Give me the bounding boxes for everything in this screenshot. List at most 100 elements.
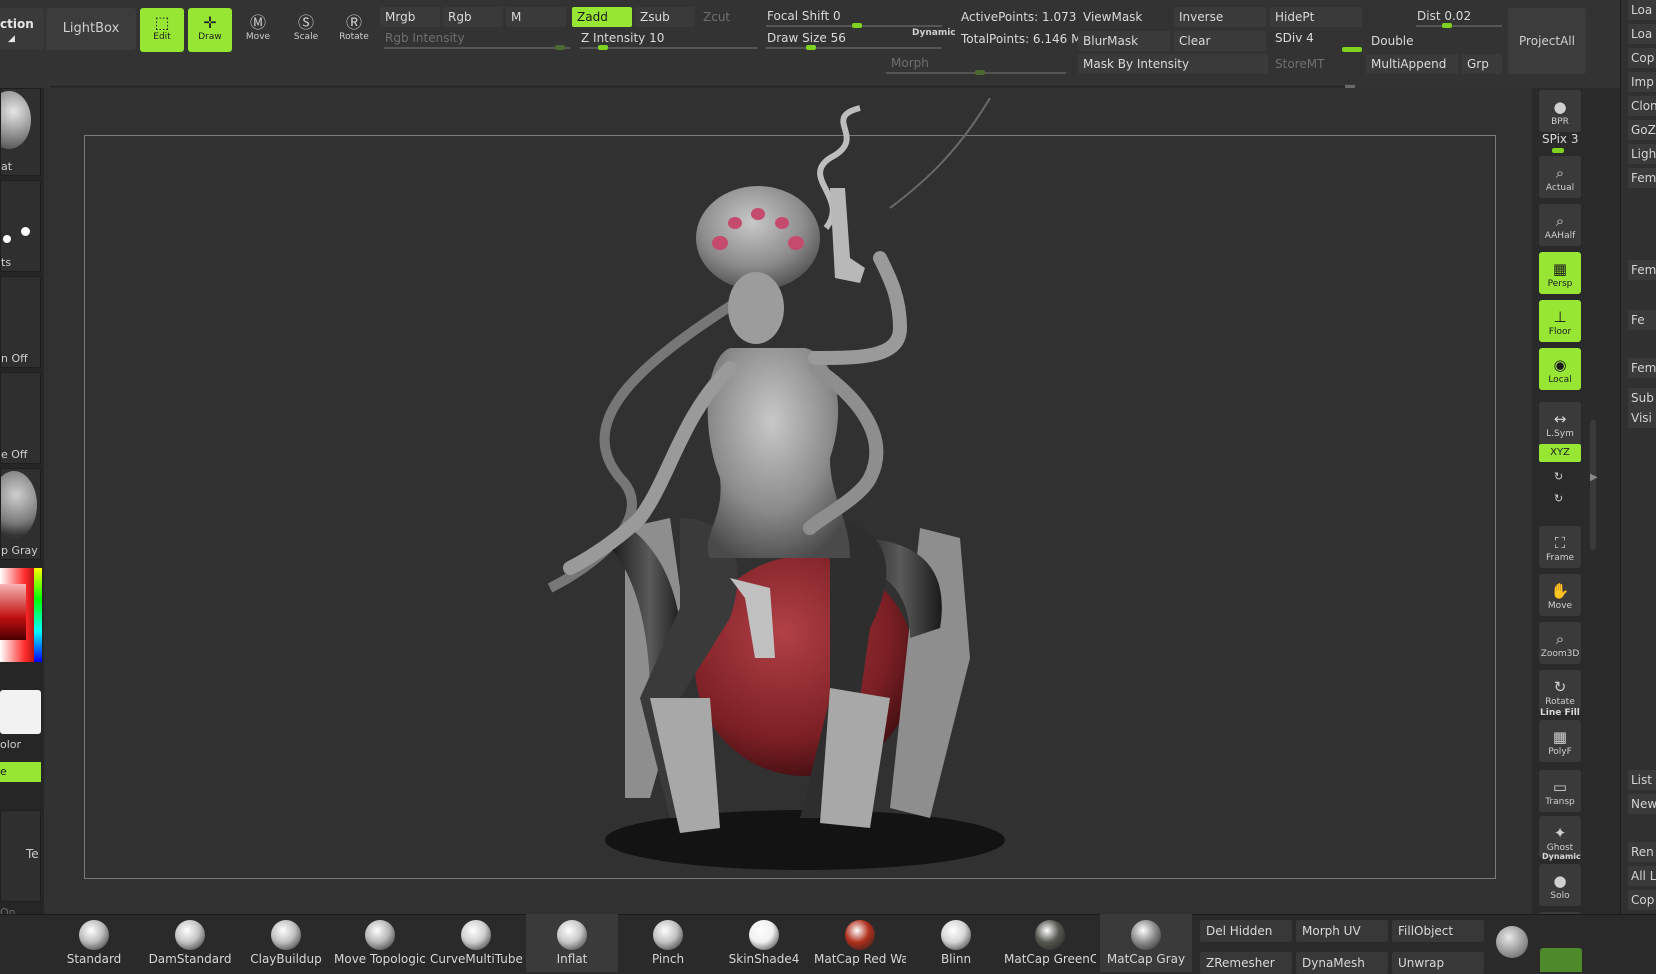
brush-matcap-greencl[interactable]: MatCap GreenCl bbox=[1004, 914, 1096, 972]
symmetry-y-icon[interactable]: ↻ bbox=[1554, 470, 1563, 483]
morph-knob[interactable] bbox=[975, 70, 985, 75]
side-palette-item[interactable]: Ligh bbox=[1628, 144, 1656, 164]
frame-button[interactable]: ⛶ Frame bbox=[1539, 526, 1581, 568]
z-intensity-knob[interactable] bbox=[597, 45, 608, 50]
spix-slider[interactable]: SPix 3 bbox=[1542, 132, 1579, 146]
zbrush-logo-icon[interactable] bbox=[1496, 926, 1528, 958]
unwrap-button[interactable]: Unwrap bbox=[1392, 952, 1484, 974]
bpr-button[interactable]: ● BPR bbox=[1539, 90, 1581, 132]
m-button[interactable]: M bbox=[506, 7, 566, 27]
morph-uv-button[interactable]: Morph UV bbox=[1296, 920, 1388, 942]
fill-object-button[interactable]: FillObject bbox=[1392, 920, 1484, 942]
l-sym-button[interactable]: ↔ L.Sym bbox=[1539, 402, 1581, 444]
side-palette-item[interactable]: Imp bbox=[1628, 72, 1656, 92]
rgb-button[interactable]: Rgb bbox=[443, 7, 503, 27]
left-tray-texture-panel[interactable]: e Off bbox=[0, 372, 41, 464]
side-palette-item[interactable]: Fem bbox=[1628, 168, 1656, 188]
projectall-button[interactable]: ProjectAll bbox=[1508, 8, 1586, 74]
brush-pinch[interactable]: Pinch bbox=[622, 914, 714, 972]
side-palette-item[interactable]: New bbox=[1628, 794, 1656, 814]
sdiv-slider[interactable]: SDiv 4 bbox=[1270, 28, 1362, 48]
actual-button[interactable]: ⌕ Actual bbox=[1539, 156, 1581, 198]
brush-blinn[interactable]: Blinn bbox=[910, 914, 1002, 972]
brush-damstandard[interactable]: DamStandard bbox=[144, 914, 236, 972]
dist-slider[interactable]: Dist 0.02 bbox=[1412, 6, 1502, 26]
rotate-button[interactable]: ↻ Rotate bbox=[1539, 670, 1581, 712]
zcut-button[interactable]: Zcut bbox=[698, 7, 758, 27]
sdiv-knob[interactable] bbox=[1342, 47, 1362, 52]
side-palette-item[interactable]: Loa bbox=[1628, 0, 1656, 20]
left-tray-brush-panel[interactable]: at bbox=[0, 88, 41, 176]
main-color-swatch[interactable] bbox=[0, 690, 41, 734]
side-palette-item[interactable]: Fem bbox=[1628, 260, 1656, 280]
zoom3d-button[interactable]: ⌕ Zoom3D bbox=[1539, 622, 1581, 664]
color-square[interactable] bbox=[0, 584, 26, 640]
left-tray-stroke-panel[interactable]: ts bbox=[0, 180, 41, 272]
symmetry-z-icon[interactable]: ↻ bbox=[1554, 492, 1563, 505]
inverse-button[interactable]: Inverse bbox=[1174, 7, 1266, 27]
polyf-button[interactable]: ▦ PolyF bbox=[1539, 720, 1581, 762]
blurmask-slider[interactable]: BlurMask bbox=[1078, 31, 1170, 51]
clear-button[interactable]: Clear bbox=[1174, 31, 1266, 51]
mrgb-button[interactable]: Mrgb bbox=[380, 7, 440, 27]
brush-curvemultitube[interactable]: CurveMultiTube bbox=[430, 914, 522, 972]
zsub-button[interactable]: Zsub bbox=[635, 7, 695, 27]
draw-size-slider[interactable]: Draw Size 56 bbox=[762, 28, 902, 48]
left-tray-active-toggle[interactable]: e bbox=[0, 762, 41, 782]
morph-slider[interactable]: Morph bbox=[886, 53, 976, 73]
side-palette-item[interactable]: Fem bbox=[1628, 358, 1656, 378]
xyz-symmetry-toggle[interactable]: XYZ bbox=[1539, 444, 1581, 462]
side-palette-item[interactable]: Cop bbox=[1628, 890, 1656, 910]
side-palette-item[interactable]: Fe bbox=[1628, 310, 1656, 330]
side-palette-item[interactable]: Cop bbox=[1628, 48, 1656, 68]
left-tray-texture-slot[interactable]: Te: bbox=[0, 810, 41, 902]
projection-master-button[interactable]: ction ◢ bbox=[0, 8, 44, 50]
collapse-arrow-icon[interactable]: ▶ bbox=[1590, 472, 1598, 483]
hidept-button[interactable]: HidePt bbox=[1270, 7, 1362, 27]
dist-knob[interactable] bbox=[1442, 23, 1452, 28]
side-palette-item[interactable]: Loa bbox=[1628, 24, 1656, 44]
rgb-intensity-slider[interactable]: Rgb Intensity bbox=[380, 28, 570, 48]
solo-button[interactable]: ● Solo bbox=[1539, 864, 1581, 906]
bottom-right-green-button[interactable] bbox=[1540, 948, 1582, 972]
aahalf-button[interactable]: ⌕ AAHalf bbox=[1539, 204, 1581, 246]
move-tool-button[interactable]: Ⓜ Move bbox=[236, 8, 280, 52]
lightbox-button[interactable]: LightBox bbox=[46, 8, 136, 50]
side-palette-item[interactable]: GoZ bbox=[1628, 120, 1656, 140]
zremesher-button[interactable]: ZRemesher bbox=[1200, 952, 1292, 974]
transp-button[interactable]: ▭ Transp bbox=[1539, 770, 1581, 812]
side-palette-item[interactable]: All L bbox=[1628, 866, 1656, 886]
brush-claybuildup[interactable]: ClayBuildup bbox=[240, 914, 332, 972]
rotate-tool-button[interactable]: Ⓡ Rotate bbox=[332, 8, 376, 52]
left-tray-alpha-panel[interactable]: n Off bbox=[0, 276, 41, 368]
local-button[interactable]: ◉ Local bbox=[1539, 348, 1581, 390]
side-palette-item[interactable]: Clon bbox=[1628, 96, 1656, 116]
zadd-button[interactable]: Zadd bbox=[572, 7, 632, 27]
draw-tool-button[interactable]: ✛ Draw bbox=[188, 8, 232, 52]
right-tray-scrollbar[interactable] bbox=[1590, 420, 1596, 550]
grp-button[interactable]: Grp bbox=[1462, 54, 1502, 74]
hue-strip[interactable] bbox=[34, 568, 42, 662]
brush-move-topologica[interactable]: Move Topologica bbox=[334, 914, 426, 972]
edit-tool-button[interactable]: ⬚ Edit bbox=[140, 8, 184, 52]
double-button[interactable]: Double bbox=[1366, 31, 1460, 51]
brush-matcap-red-wax[interactable]: MatCap Red Wax bbox=[814, 914, 906, 972]
left-tray-material-panel[interactable]: p Gray bbox=[0, 468, 41, 560]
spix-knob[interactable] bbox=[1552, 148, 1564, 153]
brush-standard[interactable]: Standard bbox=[48, 914, 140, 972]
brush-inflat[interactable]: Inflat bbox=[526, 914, 618, 972]
draw-size-knob[interactable] bbox=[806, 45, 816, 50]
storemt-button[interactable]: StoreMT bbox=[1270, 54, 1362, 74]
brush-skinshade4[interactable]: SkinShade4 bbox=[718, 914, 810, 972]
mask-by-intensity-button[interactable]: Mask By Intensity bbox=[1078, 54, 1268, 74]
scale-tool-button[interactable]: Ⓢ Scale bbox=[284, 8, 328, 52]
dynamesh-button[interactable]: DynaMesh bbox=[1296, 952, 1388, 974]
color-picker[interactable] bbox=[0, 568, 42, 662]
dynamic-toggle[interactable]: Dynamic bbox=[912, 28, 956, 38]
rgb-intensity-knob[interactable] bbox=[555, 45, 565, 50]
viewmask-button[interactable]: ViewMask bbox=[1078, 7, 1170, 27]
persp-button[interactable]: ▦ Persp bbox=[1539, 252, 1581, 294]
side-palette-item[interactable]: List bbox=[1628, 770, 1656, 790]
brush-matcap-gray[interactable]: MatCap Gray bbox=[1100, 914, 1192, 972]
sculpt-model-figure[interactable] bbox=[530, 98, 1050, 890]
